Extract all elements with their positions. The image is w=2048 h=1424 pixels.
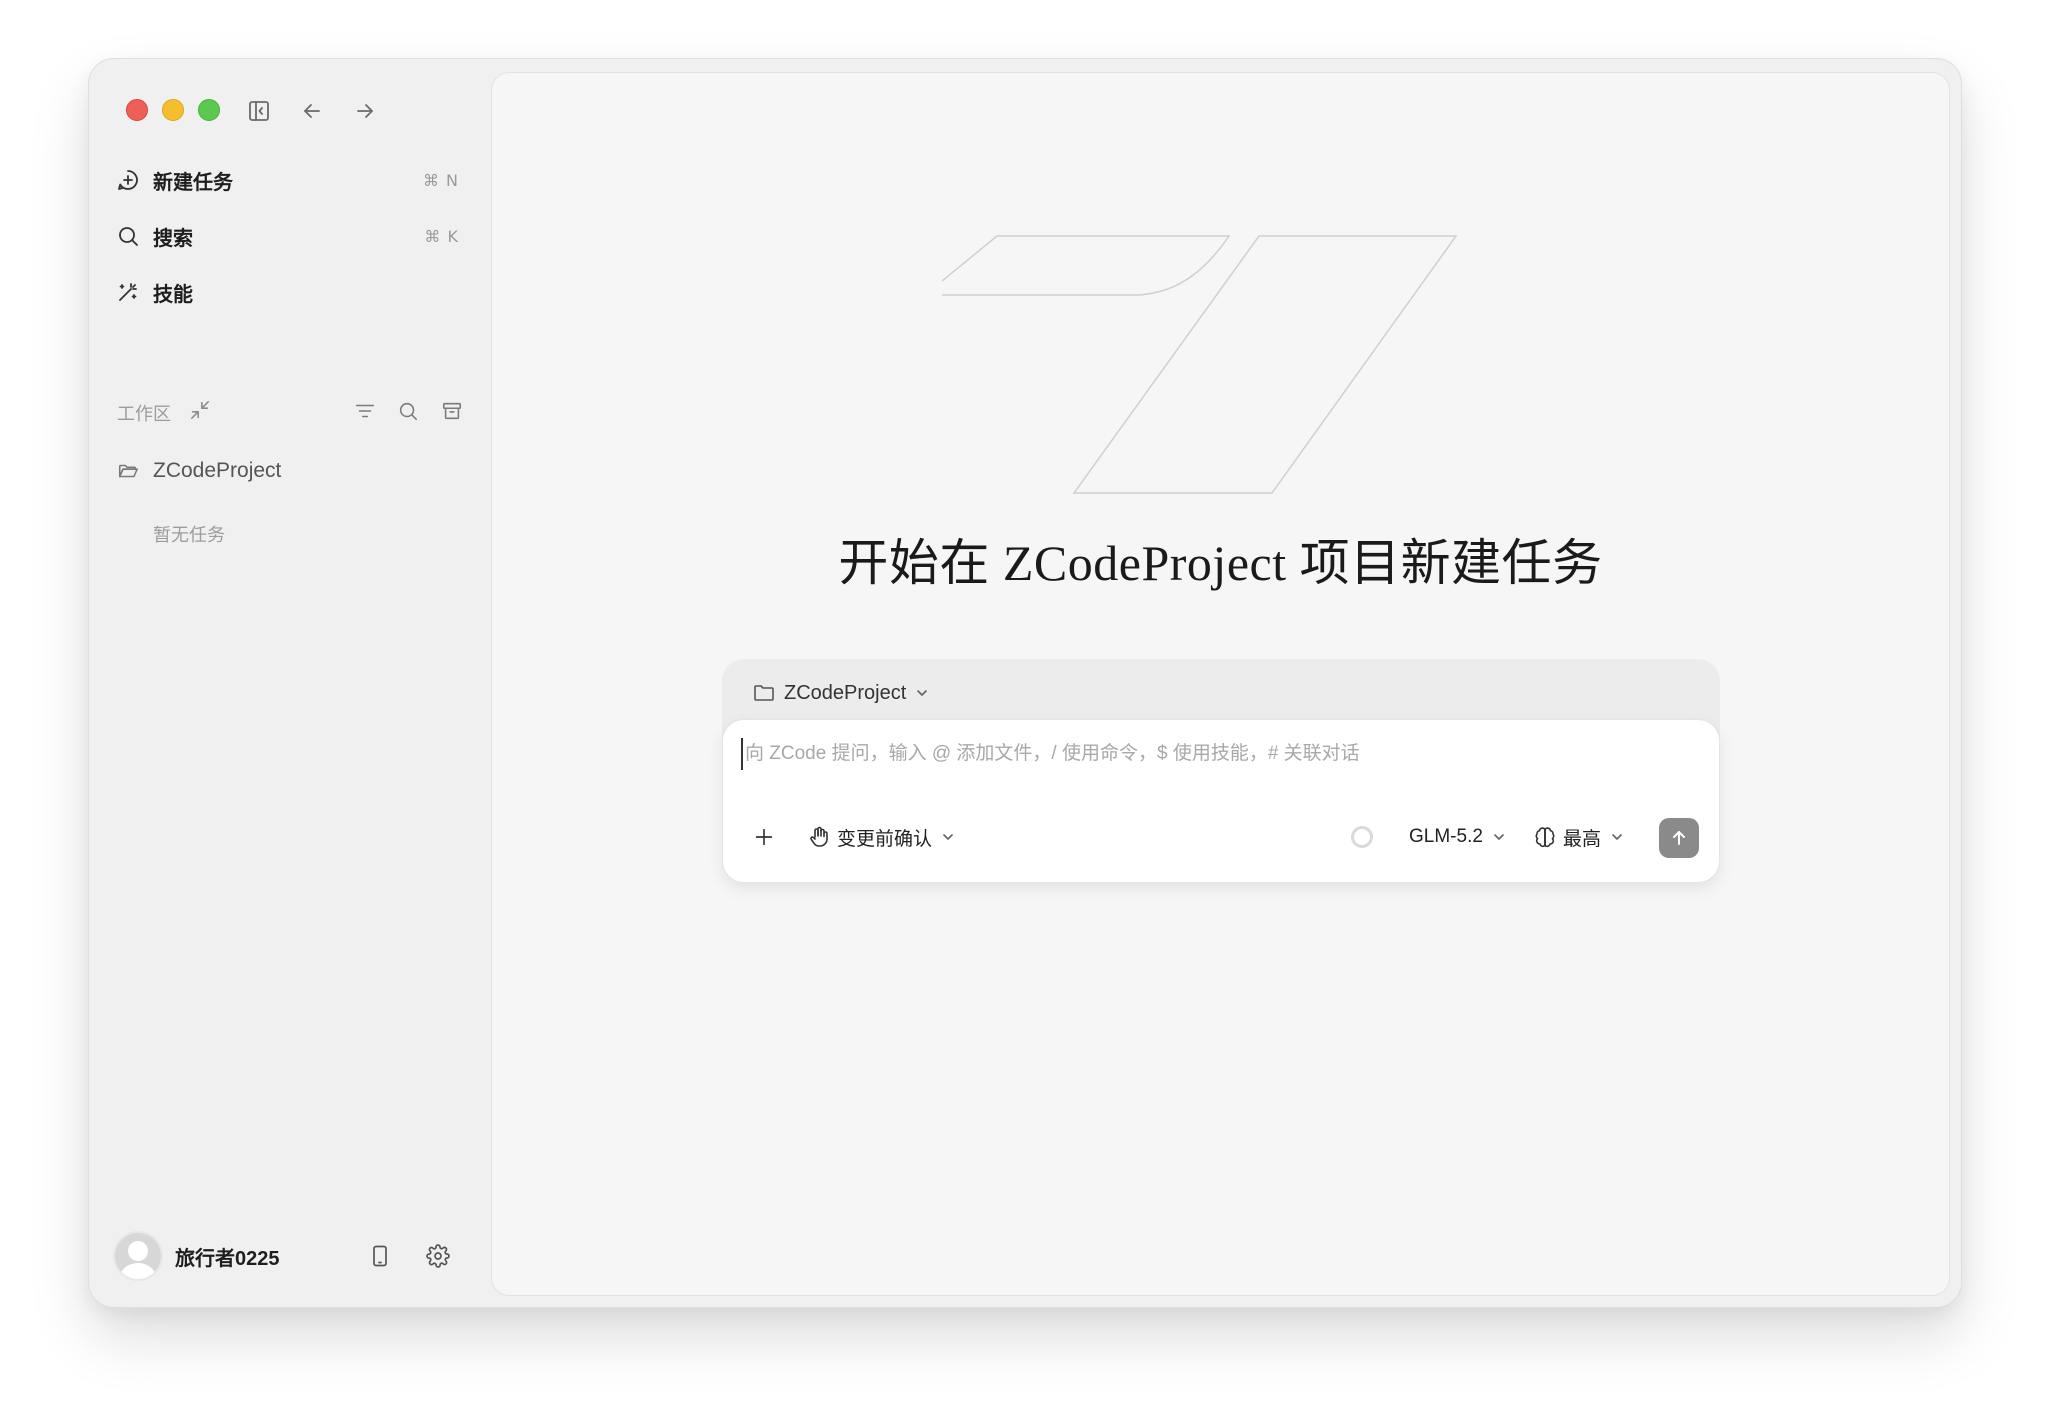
zoom-window-button[interactable] — [198, 99, 220, 121]
reasoning-selector[interactable]: 最高 — [1533, 822, 1625, 852]
filter-icon — [355, 404, 375, 418]
prompt-input[interactable] — [741, 738, 1641, 770]
avatar — [113, 1231, 163, 1281]
context-usage-indicator[interactable] — [1351, 822, 1373, 852]
magic-wand-icon — [115, 279, 141, 305]
plus-circle-icon — [115, 167, 141, 193]
gear-icon — [426, 1244, 450, 1268]
new-task-button[interactable]: 新建任务 ⌘ N — [115, 158, 465, 202]
search-label: 搜索 — [153, 227, 193, 250]
project-selector[interactable]: ZCodeProject — [752, 677, 930, 709]
app-window: 新建任务 ⌘ N 搜索 ⌘ K 技能 工作区 ZCodeProject 暂无任务… — [88, 58, 1962, 1308]
chevron-down-icon — [917, 690, 928, 696]
archive-icon — [442, 402, 462, 420]
approval-mode-label: 变更前确认 — [837, 828, 933, 850]
chevron-down-icon — [943, 834, 953, 840]
window-controls — [126, 99, 220, 121]
project-item[interactable]: ZCodeProject — [117, 453, 281, 489]
model-selector[interactable]: GLM-5.2 — [1403, 822, 1507, 852]
workspace-heading: 工作区 — [117, 404, 171, 424]
sidebar-toggle-icon — [249, 101, 269, 121]
new-task-shortcut: ⌘ N — [422, 170, 459, 190]
context-ring-icon — [1351, 826, 1373, 848]
send-button[interactable] — [1659, 818, 1699, 858]
forward-button[interactable] — [351, 97, 379, 125]
main-panel: 开始在 ZCodeProject 项目新建任务 ZCodeProject 变更前… — [491, 72, 1950, 1296]
search-icon — [399, 402, 418, 421]
search-icon — [115, 223, 141, 249]
filter-button[interactable] — [351, 397, 379, 425]
arrow-left-icon — [304, 104, 320, 118]
close-window-button[interactable] — [126, 99, 148, 121]
collapse-icon[interactable] — [189, 399, 213, 423]
settings-button[interactable] — [423, 1241, 453, 1271]
attach-button[interactable] — [749, 822, 779, 852]
z-logo-watermark — [942, 235, 1458, 494]
toggle-sidebar-button[interactable] — [245, 97, 273, 125]
archive-button[interactable] — [438, 397, 466, 425]
search-shortcut: ⌘ K — [424, 226, 459, 246]
folder-icon — [754, 685, 774, 701]
phone-icon — [373, 1245, 387, 1267]
plus-icon — [755, 828, 773, 846]
skills-button[interactable]: 技能 — [115, 270, 465, 314]
hero-title: 开始在 ZCodeProject 项目新建任务 — [838, 535, 1603, 591]
skills-label: 技能 — [153, 283, 193, 306]
mobile-button[interactable] — [365, 1241, 395, 1271]
brain-icon — [1535, 827, 1555, 848]
back-button[interactable] — [298, 97, 326, 125]
arrow-up-icon — [1673, 831, 1685, 845]
search-button[interactable]: 搜索 ⌘ K — [115, 214, 465, 258]
minimize-window-button[interactable] — [162, 99, 184, 121]
model-label: GLM-5.2 — [1409, 826, 1483, 847]
user-profile[interactable]: 旅行者0225 — [113, 1231, 280, 1281]
project-name: ZCodeProject — [153, 459, 282, 482]
reasoning-label: 最高 — [1563, 828, 1602, 850]
composer-box: 变更前确认 GLM-5.2 最高 — [722, 719, 1720, 883]
project-selector-label: ZCodeProject — [784, 681, 907, 704]
sidebar: 新建任务 ⌘ N 搜索 ⌘ K 技能 工作区 ZCodeProject 暂无任务… — [89, 59, 491, 1307]
hand-icon — [810, 826, 828, 847]
composer: ZCodeProject 变更前确认 GLM-5. — [722, 659, 1720, 889]
user-name: 旅行者0225 — [175, 1247, 280, 1270]
workspace-search-button[interactable] — [394, 397, 422, 425]
chevron-down-icon — [1494, 834, 1504, 840]
arrow-right-icon — [357, 104, 373, 118]
approval-mode-selector[interactable]: 变更前确认 — [807, 822, 956, 852]
new-task-label: 新建任务 — [153, 171, 233, 194]
chevron-down-icon — [1612, 834, 1622, 840]
empty-tasks-text: 暂无任务 — [153, 525, 225, 545]
folder-open-icon — [118, 464, 138, 478]
